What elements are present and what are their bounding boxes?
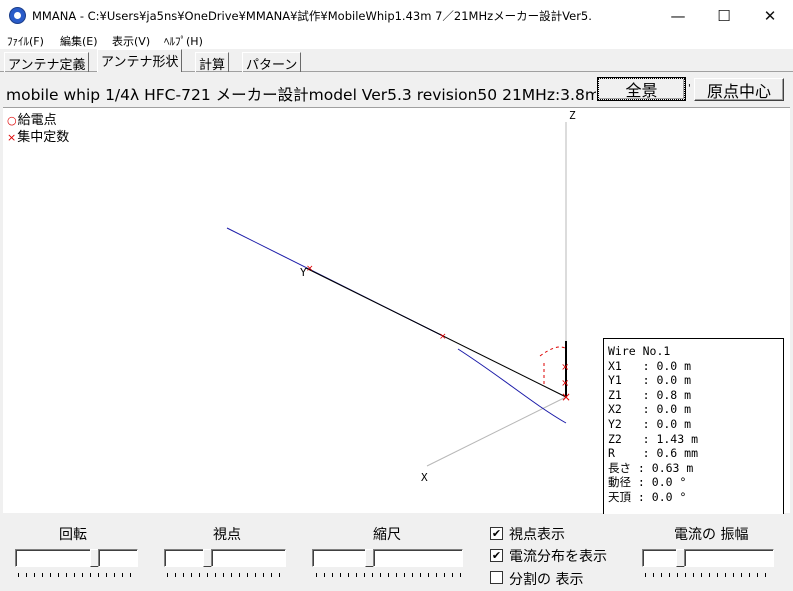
wire-info-row: Z1 : 0.8 m xyxy=(608,387,692,402)
x-axis-label: X xyxy=(421,471,428,484)
scale-slider-b[interactable] xyxy=(373,549,463,567)
menu-edit[interactable]: 編集(E) xyxy=(60,33,98,49)
wire-info-row: 動径 : 0.0 ° xyxy=(608,475,687,490)
tab-antenna-definition[interactable]: アンテナ定義 xyxy=(4,52,90,73)
menu-help[interactable]: ﾍﾙﾌﾟ(H) xyxy=(164,33,203,49)
tab-pattern[interactable]: パターン xyxy=(242,52,302,73)
show-segments-checkbox[interactable] xyxy=(490,571,503,584)
separator-mark: ' xyxy=(688,83,691,94)
wire-info-row: Y1 : 0.0 m xyxy=(608,373,692,388)
wire-info-row: 天頂 : 0.0 ° xyxy=(608,489,687,504)
menu-view[interactable]: 表示(V) xyxy=(112,33,150,49)
y-axis-label: Y xyxy=(300,266,307,279)
menu-file[interactable]: ﾌｧｲﾙ(F) xyxy=(7,33,44,49)
segment-marker: × xyxy=(439,332,447,342)
amplitude-ticks xyxy=(645,573,773,577)
amplitude-slider-a[interactable] xyxy=(642,549,677,567)
origin-center-button[interactable]: 原点中心 xyxy=(694,78,784,101)
current-amplitude-label: 電流の 振幅 xyxy=(674,527,749,543)
wire-info-row: 長さ : 0.63 m xyxy=(608,460,694,475)
scale-slider-a[interactable] xyxy=(312,549,367,567)
rotate-label: 回転 xyxy=(59,527,87,543)
show-current-label: 電流分布を表示 xyxy=(509,549,607,565)
window-title: MMANA - C:¥Users¥ja5ns¥OneDrive¥MMANA¥試作… xyxy=(32,9,592,23)
close-button[interactable]: ✕ xyxy=(747,0,793,31)
current-curve-lower xyxy=(457,348,567,424)
maximize-button[interactable]: ☐ xyxy=(701,0,747,31)
tab-strip: アンテナ定義 アンテナ形状 計算 パターン xyxy=(0,49,793,73)
wire-info-row: Wire No.1 xyxy=(608,344,671,358)
wire-info-row: Y2 : 0.0 m xyxy=(608,416,692,431)
rotate-slider-a[interactable] xyxy=(15,549,95,567)
segment-marker: × xyxy=(306,264,314,274)
full-view-button[interactable]: 全景 xyxy=(597,77,686,101)
wire-info-panel: Wire No.1 X1 : 0.0 m Y1 : 0.0 m Z1 : 0.8… xyxy=(603,338,784,515)
show-segments-label: 分割の 表示 xyxy=(509,572,584,588)
mmana-app-icon xyxy=(9,7,26,24)
rotate-ticks xyxy=(18,573,136,577)
tab-antenna-shape[interactable]: アンテナ形状 xyxy=(97,49,183,72)
menu-bar: ﾌｧｲﾙ(F) 編集(E) 表示(V) ﾍﾙﾌﾟ(H) xyxy=(0,31,793,49)
viewpoint-slider-b[interactable] xyxy=(211,549,286,567)
wire-info-row: X2 : 0.0 m xyxy=(608,402,692,417)
x-axis-line xyxy=(426,396,567,467)
view-controls: 回転 視点 縮尺 ✔ 視点表示 ✔ 電流分布を表示 分割の 表示 電流の 振幅 xyxy=(0,514,793,591)
antenna-view-canvas[interactable]: ○給電点 ×集中定数 × × × × × Z X Y Wire No.1 X1 … xyxy=(3,107,790,515)
z-axis-label: Z xyxy=(569,109,576,122)
title-bar: MMANA - C:¥Users¥ja5ns¥OneDrive¥MMANA¥試作… xyxy=(0,0,793,31)
show-viewpoint-checkbox[interactable]: ✔ xyxy=(490,527,503,540)
model-title: mobile whip 1/4λ HFC-721 メーカー設計model Ver… xyxy=(6,86,596,104)
viewpoint-slider-a[interactable] xyxy=(164,549,204,567)
tab-calculation[interactable]: 計算 xyxy=(195,52,230,73)
wire-main xyxy=(305,267,567,398)
current-marker-arc xyxy=(539,346,566,357)
viewpoint-label: 視点 xyxy=(213,527,241,543)
amplitude-slider-b[interactable] xyxy=(684,549,774,567)
load-marker: × xyxy=(561,378,569,389)
load-marker: × xyxy=(561,362,569,373)
scale-label: 縮尺 xyxy=(373,527,401,543)
scale-ticks xyxy=(316,573,462,577)
feed-point-marker: × xyxy=(561,390,571,404)
viewpoint-ticks xyxy=(167,573,285,577)
show-current-checkbox[interactable]: ✔ xyxy=(490,549,503,562)
show-viewpoint-label: 視点表示 xyxy=(509,527,565,543)
wire-info-row: R : 0.6 mm xyxy=(608,446,699,461)
minimize-button[interactable]: — xyxy=(655,0,701,31)
wire-info-row: Z2 : 1.43 m xyxy=(608,431,699,446)
model-info-row: mobile whip 1/4λ HFC-721 メーカー設計model Ver… xyxy=(0,73,793,106)
rotate-slider-b[interactable] xyxy=(98,549,138,567)
wire-info-row: X1 : 0.0 m xyxy=(608,358,692,373)
